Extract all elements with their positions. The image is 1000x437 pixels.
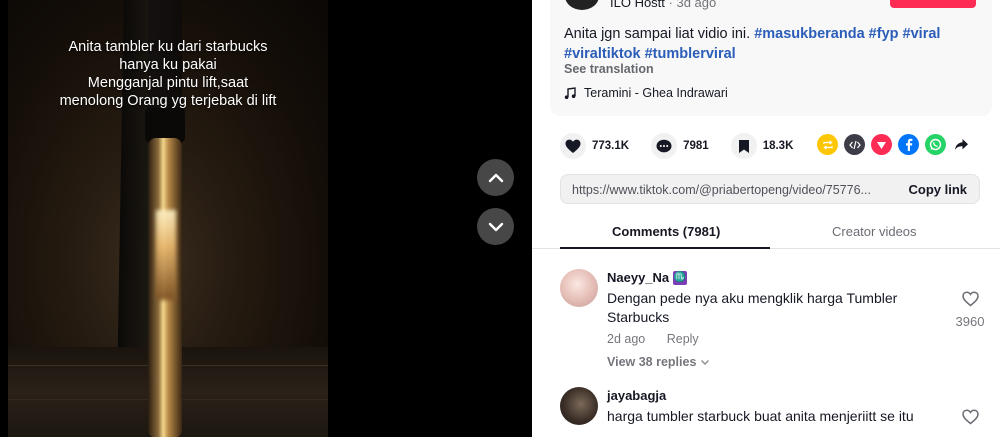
music-link[interactable]: Teramini - Ghea Indrawari (564, 86, 728, 100)
commenter-name[interactable]: Naeyy_Na ♏ (607, 270, 688, 285)
music-note-icon (564, 86, 576, 99)
commenter-username: jayabagja (607, 388, 667, 403)
comment-time: 2d ago (607, 332, 646, 346)
video-player[interactable]: Anita tambler ku dari starbucks hanya ku… (0, 0, 532, 437)
author-line[interactable]: ILO Hostt · 3d ago (610, 0, 716, 10)
send-icon[interactable] (871, 134, 892, 155)
hashtag[interactable]: #masukberanda (754, 26, 864, 42)
tab-creator-videos[interactable]: Creator videos (832, 224, 917, 239)
video-url[interactable]: https://www.tiktok.com/@priabertopeng/vi… (572, 183, 872, 197)
hashtag[interactable]: #fyp (869, 26, 899, 42)
post-time: 3d ago (676, 0, 717, 10)
description-text: Anita jgn sampai liat vidio ini. (564, 26, 755, 42)
tab-bar: Comments (7981) Creator videos (532, 216, 1000, 249)
video-description: Anita jgn sampai liat vidio ini. #masukb… (564, 24, 974, 64)
author-name: ILO Hostt (610, 0, 665, 10)
commenter-username: Naeyy_Na (607, 270, 670, 285)
share-bar (817, 134, 970, 155)
comment-like-button[interactable]: 3960 (950, 291, 990, 329)
tab-comments[interactable]: Comments (7981) (612, 224, 720, 239)
like-button[interactable]: 773.1K (560, 133, 629, 159)
comment-like-count: 3960 (955, 314, 985, 329)
facebook-icon[interactable] (898, 134, 919, 155)
comment-like-button[interactable] (950, 409, 990, 430)
next-video-button[interactable] (477, 208, 514, 245)
save-button[interactable]: 18.3K (730, 133, 794, 159)
embed-icon[interactable] (844, 134, 865, 155)
bookmark-icon (730, 133, 757, 159)
share-arrow-icon[interactable] (952, 134, 970, 155)
like-count: 773.1K (592, 140, 630, 152)
copy-link-field[interactable]: https://www.tiktok.com/@priabertopeng/vi… (560, 174, 980, 204)
commenter-avatar[interactable] (560, 387, 598, 425)
comment-text: harga tumbler starbuck buat anita menjer… (607, 408, 914, 424)
chevron-down-icon (488, 222, 503, 231)
zodiac-badge: ♏ (673, 270, 688, 285)
hashtag[interactable]: #viral (903, 26, 941, 42)
reply-button[interactable]: Reply (667, 332, 699, 346)
hashtag[interactable]: #tumblerviral (645, 46, 736, 62)
action-bar: 773.1K 7981 18.3K (560, 133, 815, 159)
author-separator: · (664, 0, 677, 10)
commenter-name[interactable]: jayabagja (607, 388, 666, 403)
copy-link-button[interactable]: Copy link (908, 182, 967, 197)
view-replies-label: View 38 replies (607, 355, 697, 369)
previous-video-button[interactable] (477, 159, 514, 196)
comment-button[interactable]: 7981 (651, 133, 709, 159)
heart-outline-icon (961, 291, 979, 307)
comment-text: Dengan pede nya aku mengklik harga Tumbl… (607, 290, 898, 325)
tumbler-glare (156, 210, 176, 300)
tumbler-lid (145, 108, 185, 142)
follow-button[interactable] (890, 0, 976, 8)
chevron-up-icon (488, 173, 503, 182)
details-panel: ILO Hostt · 3d ago Anita jgn sampai liat… (532, 0, 1000, 437)
commenter-avatar[interactable] (560, 269, 598, 307)
heart-outline-icon (961, 409, 979, 425)
music-title: Teramini - Ghea Indrawari (584, 86, 728, 100)
save-count: 18.3K (762, 140, 794, 152)
see-translation-link[interactable]: See translation (564, 62, 654, 76)
repost-icon[interactable] (817, 134, 838, 155)
active-tab-indicator (560, 247, 770, 249)
whatsapp-icon[interactable] (925, 134, 946, 155)
comment-count: 7981 (683, 140, 709, 152)
hashtag[interactable]: #viraltiktok (564, 46, 641, 62)
view-replies-button[interactable]: View 38 replies (607, 355, 710, 369)
video-caption: Anita tambler ku dari starbucks hanya ku… (59, 39, 277, 109)
heart-icon (560, 133, 586, 159)
chevron-down-icon (700, 360, 709, 365)
comment-icon (651, 133, 678, 159)
comment-meta: 2d ago Reply (607, 332, 699, 346)
